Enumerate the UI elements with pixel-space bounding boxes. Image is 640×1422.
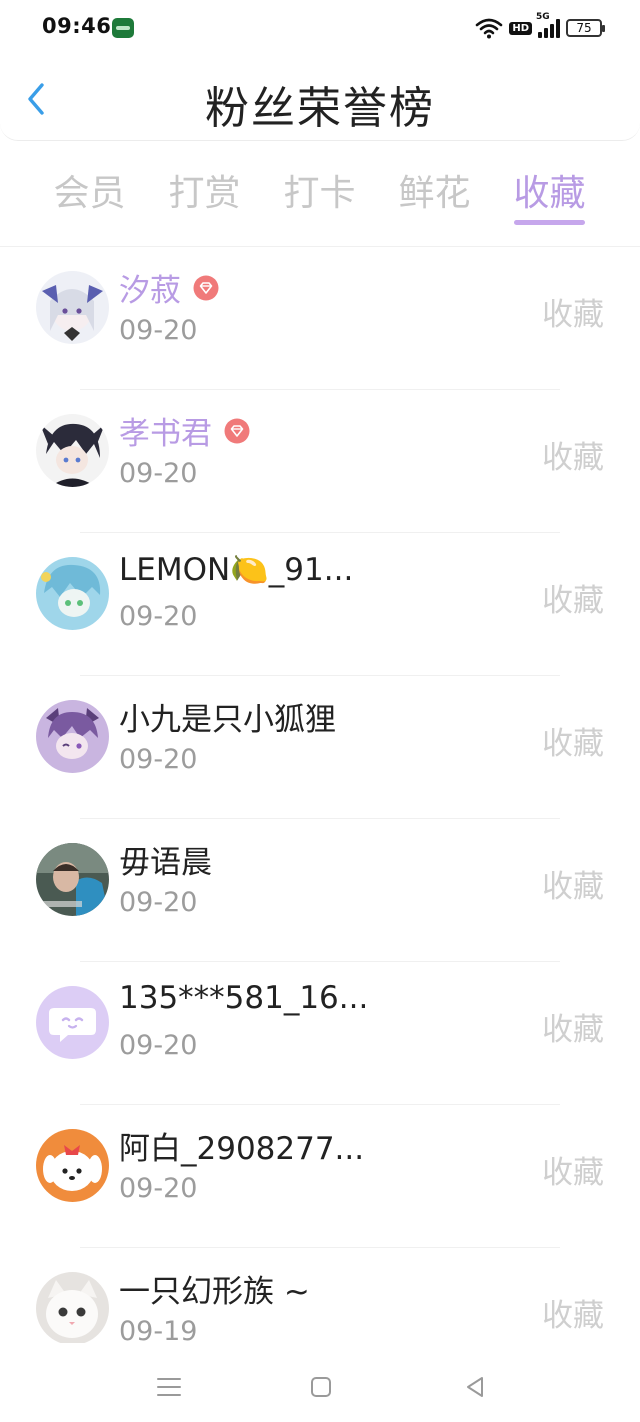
avatar (36, 557, 109, 630)
home-button[interactable] (301, 1367, 341, 1407)
tab-favorite[interactable]: 收藏 (492, 158, 607, 228)
back-icon (467, 1377, 483, 1397)
list-item[interactable]: 孝书君 09-20 收藏 (0, 390, 640, 533)
fan-date: 09-20 (119, 601, 198, 632)
avatar (36, 986, 109, 1059)
favorite-label: 收藏 (542, 583, 604, 619)
fan-date: 09-20 (119, 1173, 198, 1204)
fan-date: 09-20 (119, 887, 198, 918)
signal-icon: 5G (536, 12, 560, 38)
fan-name: 毋语晨 (119, 845, 212, 881)
network-type: 5G (536, 12, 550, 22)
hd-icon: HD (509, 21, 532, 35)
home-icon (311, 1377, 331, 1397)
favorite-label: 收藏 (542, 1012, 604, 1048)
fan-name-text: 汐菽 (119, 273, 181, 309)
fan-name: 一只幻形族 ~ (119, 1274, 310, 1310)
list-item[interactable]: 一只幻形族 ~ 09-19 收藏 (0, 1248, 640, 1343)
fan-name: 汐菽 (119, 265, 219, 310)
favorite-label: 收藏 (542, 869, 604, 905)
menu-button[interactable] (149, 1367, 189, 1407)
favorite-label: 收藏 (542, 297, 604, 333)
menu-icon (157, 1378, 181, 1396)
list-item[interactable]: 135***581_16... 09-20 收藏 (0, 962, 640, 1105)
avatar (36, 271, 109, 344)
list-item[interactable]: LEMON🍋_91... 09-20 收藏 (0, 533, 640, 676)
battery-icon: 75 (566, 19, 605, 37)
fan-name-text: 孝书君 (119, 416, 212, 452)
app-notification-icon (112, 18, 134, 38)
fan-list: 汐菽 09-20 收藏 孝书君 09-20 收藏 LEMON🍋_91... 09… (0, 246, 640, 1343)
avatar (36, 1272, 109, 1343)
fan-name: 孝书君 (119, 408, 250, 453)
vip-diamond-icon (193, 275, 219, 300)
fan-date: 09-20 (119, 744, 198, 775)
fan-date: 09-20 (119, 315, 198, 346)
favorite-label: 收藏 (542, 1155, 604, 1191)
tab-bar: 会员 打赏 打卡 鲜花 收藏 (32, 158, 608, 228)
favorite-label: 收藏 (542, 726, 604, 762)
fan-name: LEMON🍋_91... (119, 552, 354, 588)
wifi-icon (476, 18, 503, 39)
status-bar: 09:46 HD 5G 75 (0, 0, 640, 58)
fan-name: 135***581_16... (119, 980, 369, 1016)
system-nav-bar (0, 1345, 640, 1422)
vip-diamond-icon (224, 418, 250, 443)
tab-flower[interactable]: 鲜花 (377, 158, 492, 228)
avatar (36, 414, 109, 487)
tab-tip[interactable]: 打赏 (147, 158, 262, 228)
status-icons: HD 5G 75 (475, 12, 605, 41)
favorite-label: 收藏 (542, 1298, 604, 1334)
system-back-button[interactable] (455, 1367, 495, 1407)
page-title: 粉丝荣誉榜 (205, 83, 435, 134)
battery-level: 75 (576, 21, 592, 35)
favorite-label: 收藏 (542, 440, 604, 476)
header: 粉丝荣誉榜 (0, 58, 640, 141)
fan-date: 09-19 (119, 1316, 198, 1343)
list-item[interactable]: 汐菽 09-20 收藏 (0, 247, 640, 390)
avatar (36, 700, 109, 773)
fan-name: 阿白_2908277... (119, 1131, 365, 1167)
status-time: 09:46 (42, 14, 112, 38)
tab-member[interactable]: 会员 (32, 158, 147, 228)
tab-checkin[interactable]: 打卡 (262, 158, 377, 228)
list-item[interactable]: 小九是只小狐狸 09-20 收藏 (0, 676, 640, 819)
avatar (36, 843, 109, 916)
fan-date: 09-20 (119, 458, 198, 489)
fan-name: 小九是只小狐狸 (119, 702, 336, 738)
list-item[interactable]: 毋语晨 09-20 收藏 (0, 819, 640, 962)
avatar (36, 1129, 109, 1202)
fan-date: 09-20 (119, 1030, 198, 1061)
list-item[interactable]: 阿白_2908277... 09-20 收藏 (0, 1105, 640, 1248)
